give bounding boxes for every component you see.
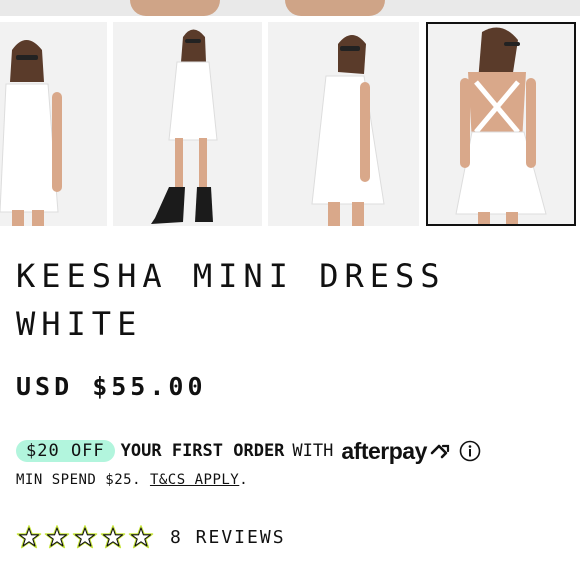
star-icon[interactable] <box>44 524 70 550</box>
thumbnail-front-view[interactable] <box>0 22 107 226</box>
star-icon[interactable] <box>16 524 42 550</box>
product-title: KEESHA MINI DRESS WHITE <box>16 257 446 343</box>
promo-badge: $20 OFF <box>16 440 115 462</box>
info-icon[interactable] <box>459 440 481 462</box>
afterpay-wordmark: afterpay <box>341 437 427 464</box>
thumbnail-back-view[interactable] <box>426 22 576 226</box>
promo-first-order-text: YOUR FIRST ORDER <box>120 441 285 461</box>
afterpay-promo: $20 OFF YOUR FIRST ORDER WITH afterpay <box>16 438 481 464</box>
star-icon[interactable] <box>72 524 98 550</box>
star-icon[interactable] <box>128 524 154 550</box>
star-icon[interactable] <box>100 524 126 550</box>
min-spend-note: MIN SPEND $25. T&CS APPLY. <box>16 472 248 488</box>
terms-link[interactable]: T&CS APPLY <box>150 472 239 488</box>
afterpay-arrows-icon <box>430 444 449 459</box>
image-thumbnails <box>0 22 580 228</box>
reviews-count-link[interactable]: 8 REVIEWS <box>170 527 286 548</box>
product-price: USD $55.00 <box>16 372 207 401</box>
thumbnail-full-length-view[interactable] <box>113 22 262 226</box>
previous-image-strip <box>0 0 580 16</box>
terms-period: . <box>239 472 249 488</box>
min-spend-text: MIN SPEND $25. <box>16 472 142 488</box>
thumbnail-side-view[interactable] <box>268 22 419 226</box>
afterpay-logo: afterpay <box>341 438 450 465</box>
promo-with-text: WITH <box>292 441 334 461</box>
rating-row: 8 REVIEWS <box>16 524 286 550</box>
